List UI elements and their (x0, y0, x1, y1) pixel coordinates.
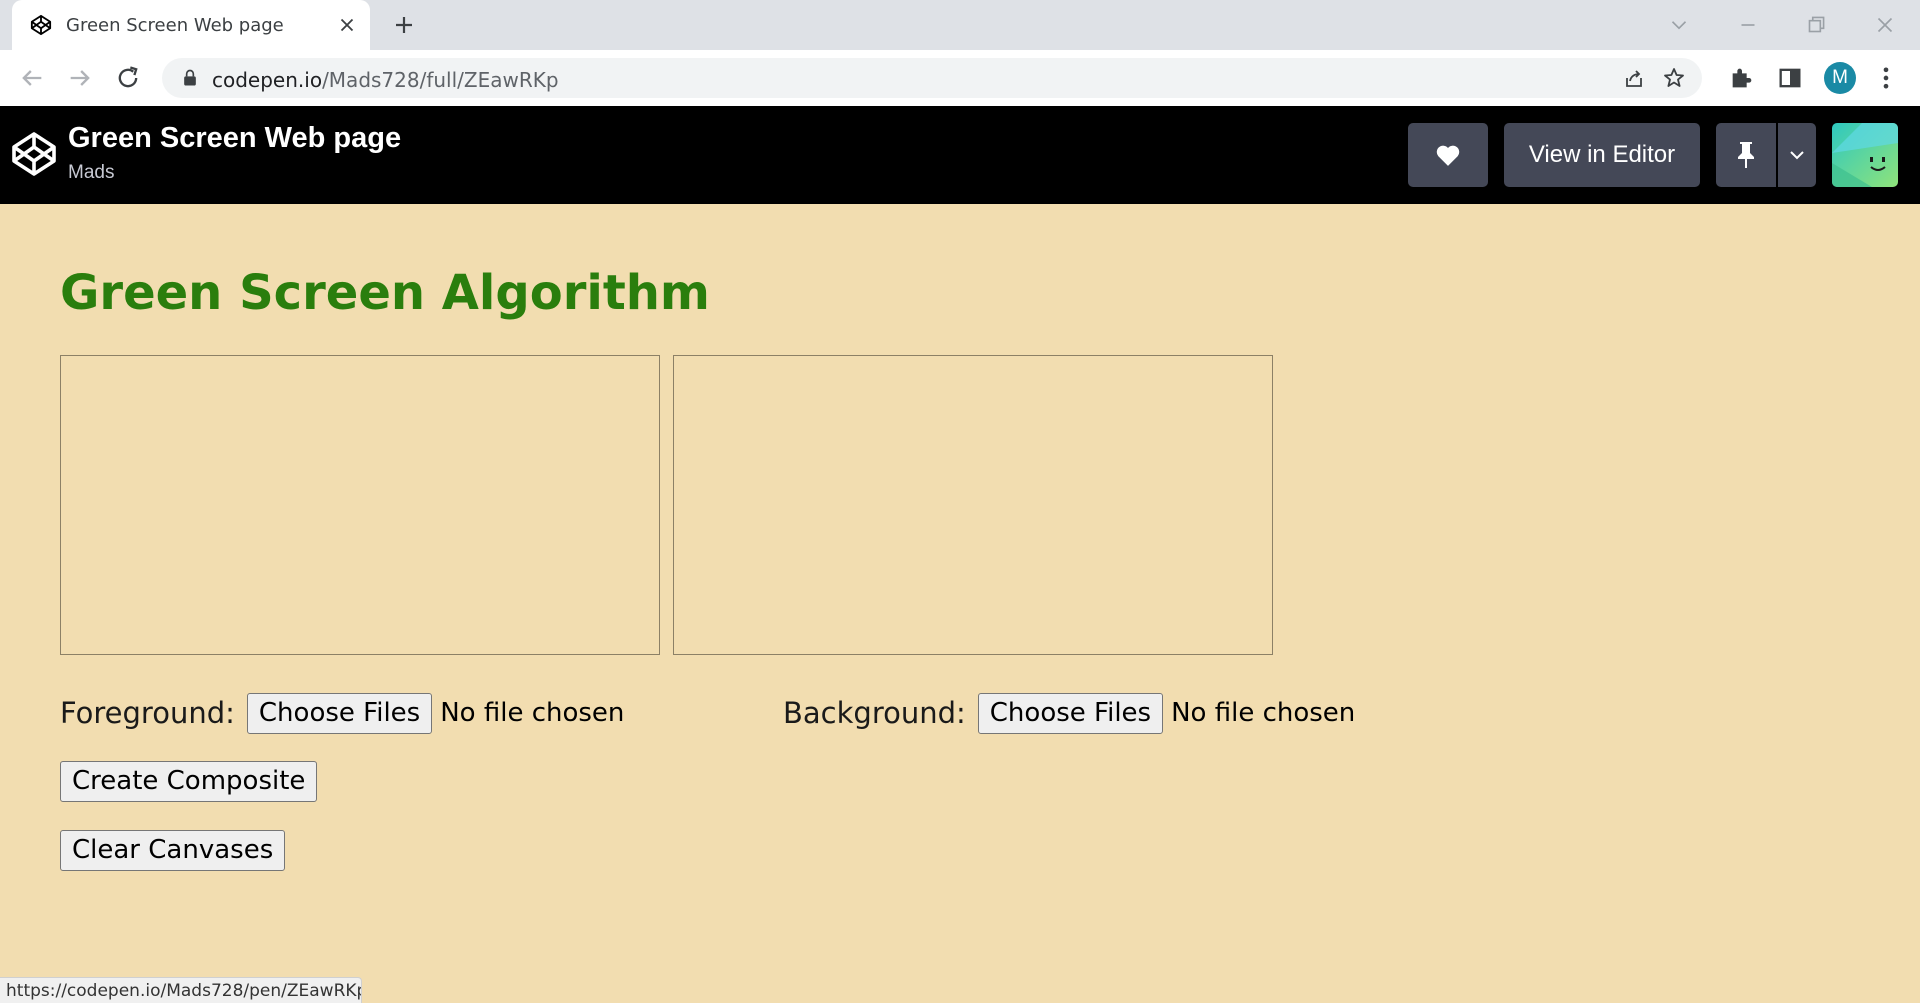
forward-arrow-icon[interactable] (66, 64, 94, 92)
close-tab-icon[interactable] (336, 14, 358, 36)
user-avatar-image (1832, 123, 1898, 187)
background-canvas (673, 355, 1273, 655)
minimize-icon[interactable] (1735, 12, 1761, 38)
codepen-header: Green Screen Web page Mads View in Edito… (0, 106, 1920, 204)
restore-icon[interactable] (1803, 12, 1829, 38)
view-in-editor-button[interactable]: View in Editor (1504, 123, 1700, 187)
url-domain: codepen.io (212, 68, 323, 92)
back-arrow-icon[interactable] (18, 64, 46, 92)
background-label: Background: (783, 696, 966, 730)
bookmark-star-icon[interactable] (1662, 66, 1686, 90)
address-bar[interactable]: codepen.io/Mads728/full/ZEawRKp (162, 58, 1702, 98)
browser-toolbar: codepen.io/Mads728/full/ZEawRKp M (0, 50, 1920, 107)
user-avatar[interactable] (1832, 123, 1898, 187)
pen-title: Green Screen Web page (68, 122, 402, 154)
heart-button[interactable] (1408, 123, 1488, 187)
tab-search-chevron-icon[interactable] (1666, 12, 1692, 38)
create-composite-button[interactable]: Create Composite (60, 761, 318, 802)
status-bar-link-preview: https://codepen.io/Mads728/pen/ZEawRKp (0, 977, 362, 1003)
pin-dropdown-button[interactable] (1778, 123, 1816, 187)
background-choose-files-button[interactable]: Choose Files (977, 692, 1164, 734)
lock-icon[interactable] (180, 68, 200, 88)
share-icon[interactable] (1622, 66, 1646, 90)
extensions-puzzle-icon[interactable] (1728, 64, 1756, 92)
pin-icon (1738, 142, 1754, 168)
heart-icon (1436, 145, 1460, 166)
new-tab-icon[interactable] (392, 13, 416, 37)
url-text: codepen.io/Mads728/full/ZEawRKp (212, 68, 559, 92)
foreground-label: Foreground: (60, 696, 235, 730)
tab-title: Green Screen Web page (66, 15, 284, 36)
codepen-logo-icon[interactable] (10, 130, 58, 178)
page-heading: Green Screen Algorithm (60, 265, 710, 321)
codepen-favicon-icon (30, 14, 52, 36)
background-file-input-row: Background: Choose Files No file chosen (783, 692, 1355, 734)
clear-canvases-button[interactable]: Clear Canvases (60, 830, 286, 871)
browser-tab-strip: Green Screen Web page (0, 0, 1920, 50)
more-menu-icon[interactable] (1872, 64, 1900, 92)
close-window-icon[interactable] (1872, 12, 1898, 38)
url-path: /Mads728/full/ZEawRKp (322, 68, 559, 92)
foreground-file-input-row: Foreground: Choose Files No file chosen (60, 692, 624, 734)
chevron-down-icon (1790, 151, 1804, 160)
profile-avatar[interactable]: M (1824, 62, 1856, 94)
foreground-choose-files-button[interactable]: Choose Files (246, 692, 433, 734)
pen-author-link[interactable]: Mads (68, 162, 114, 184)
background-file-status: No file chosen (1171, 698, 1356, 728)
browser-tab[interactable]: Green Screen Web page (12, 0, 370, 50)
foreground-file-status: No file chosen (440, 698, 625, 728)
foreground-canvas (60, 355, 660, 655)
reload-icon[interactable] (114, 64, 142, 92)
pin-button[interactable] (1716, 123, 1776, 187)
side-panel-icon[interactable] (1776, 64, 1804, 92)
